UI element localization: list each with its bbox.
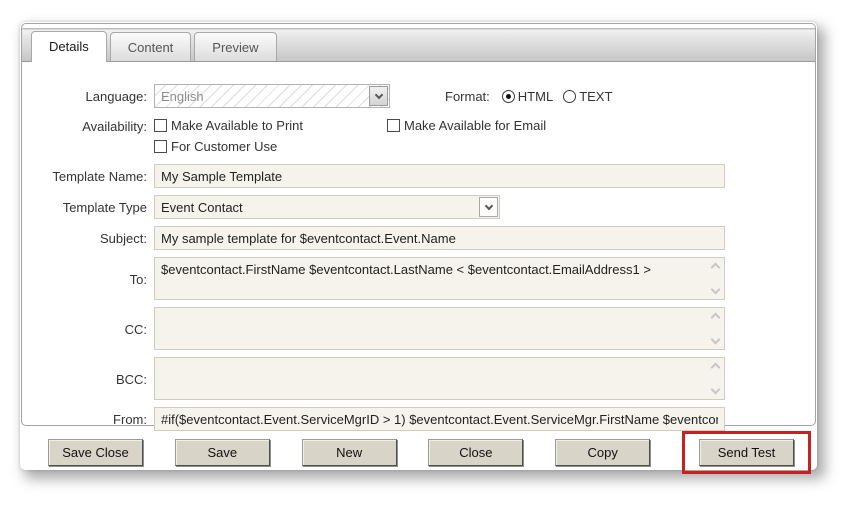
send-test-button[interactable]: Send Test (699, 439, 794, 466)
template-name-label: Template Name: (22, 168, 147, 184)
checkbox-customer-use-label: For Customer Use (171, 139, 277, 154)
tab-preview[interactable]: Preview (194, 32, 276, 61)
to-label: To: (22, 271, 147, 287)
tab-strip: Details Content Preview (22, 24, 815, 62)
radio-text-label: TEXT (579, 89, 612, 104)
language-value: English (161, 89, 204, 104)
bcc-textarea[interactable] (155, 358, 702, 399)
new-button[interactable]: New (302, 439, 397, 466)
checkbox-available-email[interactable] (387, 119, 400, 132)
cc-label: CC: (22, 321, 147, 337)
checkbox-available-print[interactable] (154, 119, 167, 132)
template-form: Language: English Format: HTML (22, 84, 815, 431)
tab-content[interactable]: Content (110, 32, 192, 61)
tab-details[interactable]: Details (31, 31, 107, 62)
scroll-up-icon[interactable] (712, 364, 719, 371)
format-radio-group: HTML TEXT (502, 89, 613, 104)
scroll-down-icon[interactable] (712, 339, 719, 343)
cc-textarea[interactable] (155, 308, 702, 349)
details-tab-content: Language: English Format: HTML (22, 62, 815, 431)
checkbox-available-print-label: Make Available to Print (171, 118, 303, 133)
save-close-button[interactable]: Save Close (48, 439, 143, 466)
tab-panel: Details Content Preview Language: Englis… (21, 23, 816, 426)
action-button-row: Save Close Save New Close Copy Send Test (20, 426, 817, 470)
close-button[interactable]: Close (428, 439, 523, 466)
checkbox-customer-use[interactable] (154, 140, 167, 153)
radio-html[interactable] (502, 90, 515, 103)
checkbox-available-email-label: Make Available for Email (404, 118, 546, 133)
subject-input[interactable] (154, 226, 725, 250)
send-test-highlight-box: Send Test (682, 431, 811, 474)
template-type-value: Event Contact (161, 200, 243, 215)
dropdown-arrow-icon[interactable] (479, 197, 498, 217)
bcc-label: BCC: (22, 371, 147, 387)
radio-html-label: HTML (518, 89, 553, 104)
availability-label: Availability: (22, 115, 147, 134)
subject-label: Subject: (22, 230, 147, 246)
template-type-label: Template Type (22, 199, 147, 215)
format-label: Format: (445, 89, 490, 104)
template-type-select[interactable]: Event Contact (154, 195, 500, 219)
template-editor-dialog: Details Content Preview Language: Englis… (20, 22, 817, 470)
from-label: From: (22, 411, 147, 427)
save-button[interactable]: Save (175, 439, 270, 466)
language-label: Language: (22, 88, 147, 104)
scroll-up-icon[interactable] (712, 264, 719, 271)
scroll-down-icon[interactable] (712, 289, 719, 293)
to-textarea[interactable]: $eventcontact.FirstName $eventcontact.La… (155, 258, 702, 299)
template-name-input[interactable] (154, 164, 725, 188)
language-select: English (154, 84, 390, 108)
scroll-up-icon[interactable] (712, 314, 719, 321)
copy-button[interactable]: Copy (555, 439, 650, 466)
dropdown-arrow-icon[interactable] (369, 86, 388, 106)
radio-text[interactable] (563, 90, 576, 103)
scroll-down-icon[interactable] (712, 389, 719, 393)
